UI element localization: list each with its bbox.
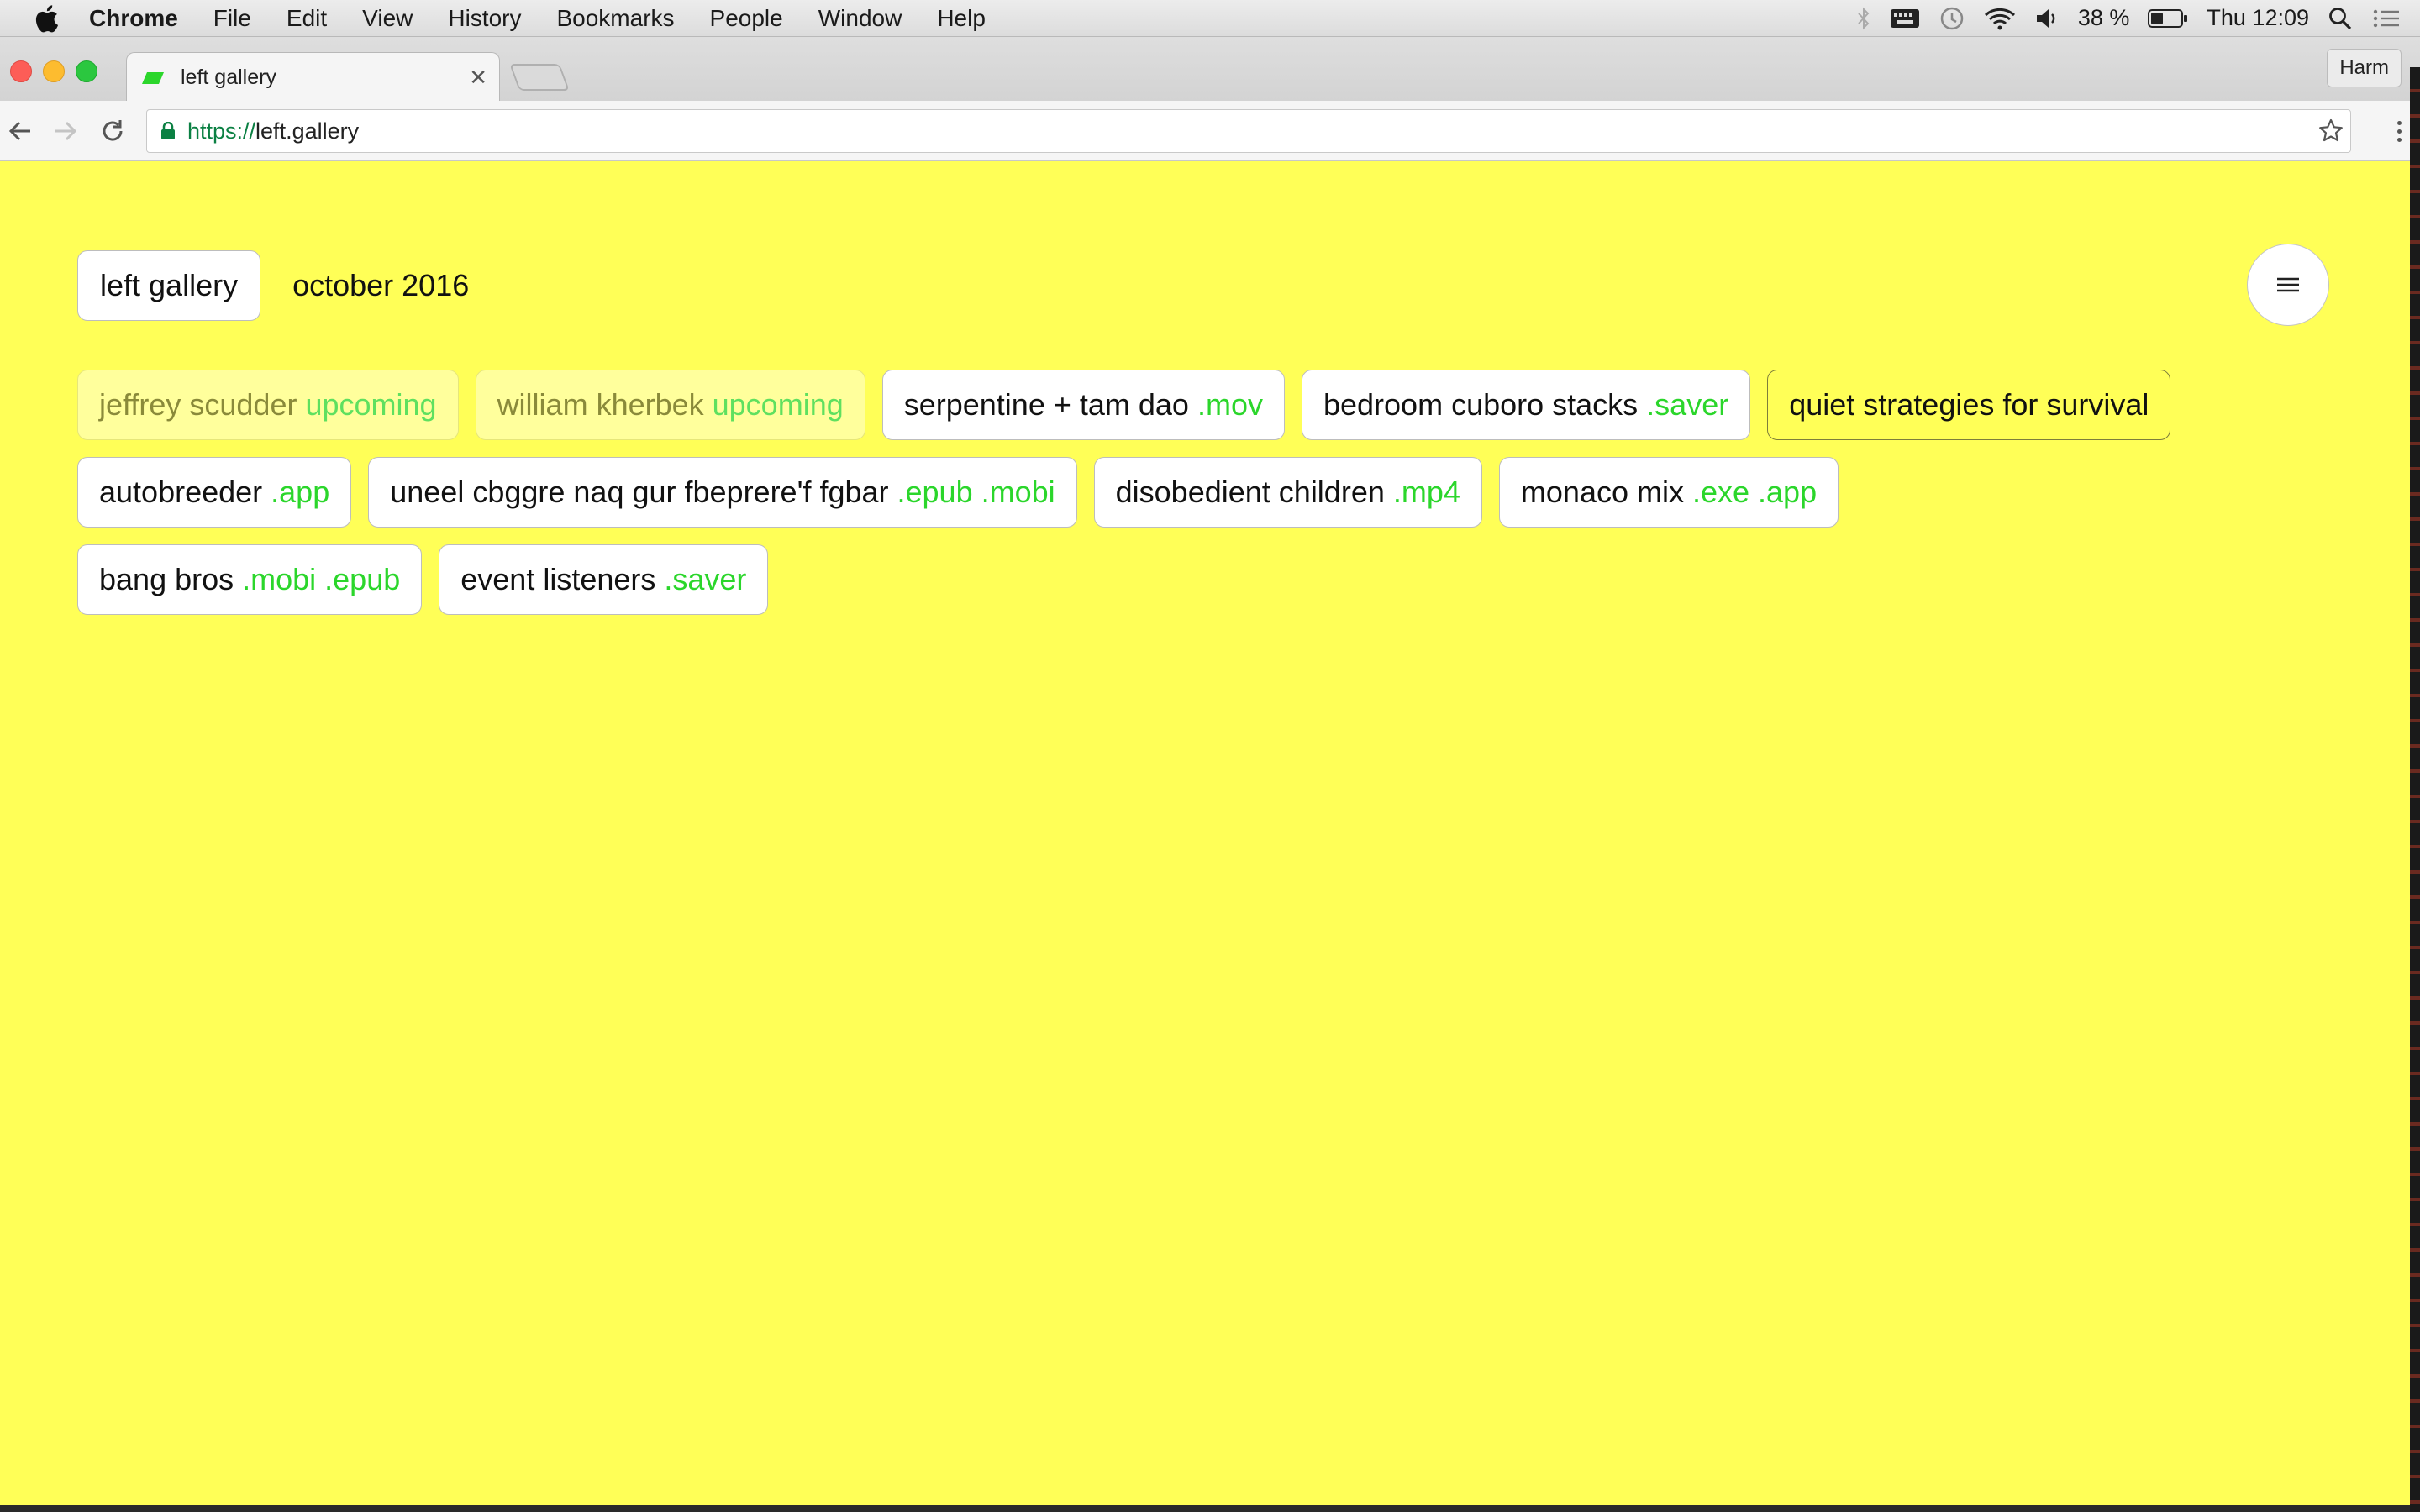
artwork-quiet-strategies-for-survival[interactable]: quiet strategies for survival: [1767, 370, 2171, 440]
artwork-row: bang bros .mobi .epub event listeners .s…: [77, 544, 2346, 615]
battery-percentage[interactable]: 38 %: [2078, 5, 2130, 31]
clock[interactable]: Thu 12:09: [2207, 5, 2309, 31]
menu-view[interactable]: View: [362, 5, 413, 32]
artwork-bang-bros[interactable]: bang bros .mobi .epub: [77, 544, 423, 615]
artwork-status: upcoming: [712, 387, 844, 422]
current-month-label: october 2016: [292, 268, 470, 302]
reload-icon[interactable]: [97, 116, 128, 146]
artwork-formats: .mov: [1197, 387, 1263, 422]
artwork-title: autobreeder: [99, 475, 263, 509]
bluetooth-icon[interactable]: [1856, 7, 1871, 30]
bookmark-star-icon[interactable]: [2318, 118, 2344, 144]
window-edge: [2410, 67, 2420, 1512]
artwork-uneel-cbggre[interactable]: uneel cbggre naq gur fbeprere'f fgbar .e…: [368, 457, 1077, 528]
artwork-title: monaco mix: [1520, 475, 1684, 509]
menu-edit[interactable]: Edit: [287, 5, 327, 32]
artwork-formats: .saver: [664, 562, 747, 596]
menu-app-chrome[interactable]: Chrome: [89, 5, 178, 32]
artwork-title: jeffrey scudder: [99, 387, 297, 422]
hamburger-icon: [2277, 277, 2299, 292]
artwork-disobedient-children[interactable]: disobedient children .mp4: [1093, 457, 1482, 528]
volume-icon[interactable]: [2034, 7, 2060, 30]
artwork-formats: .epub .mobi: [897, 475, 1055, 509]
hamburger-menu-button[interactable]: [2247, 244, 2329, 326]
artwork-monaco-mix[interactable]: monaco mix .exe .app: [1498, 457, 1839, 528]
menubar: Chrome File Edit View History Bookmarks …: [0, 0, 2420, 37]
artwork-title: william kherbek: [497, 387, 704, 422]
window-close-button[interactable]: [10, 60, 32, 82]
url-scheme: https://: [187, 118, 256, 144]
artwork-william-kherbek[interactable]: william kherbek upcoming: [475, 370, 865, 440]
left-gallery-favicon-icon: [142, 71, 164, 84]
site-home-button[interactable]: left gallery: [77, 250, 261, 321]
artwork-list: jeffrey scudder upcoming william kherbek…: [77, 370, 2346, 632]
artwork-status: upcoming: [305, 387, 437, 422]
artwork-title: event listeners: [460, 562, 656, 596]
menu-bookmarks[interactable]: Bookmarks: [556, 5, 674, 32]
time-machine-icon[interactable]: [1939, 5, 1965, 32]
notification-center-icon[interactable]: [2371, 7, 2402, 30]
artwork-formats: .mobi .epub: [242, 562, 401, 596]
artwork-title: disobedient children: [1115, 475, 1385, 509]
profile-button[interactable]: Harm: [2327, 49, 2402, 87]
url-host: left.gallery: [255, 118, 360, 144]
artwork-autobreeder[interactable]: autobreeder .app: [77, 457, 352, 528]
artwork-title: uneel cbggre naq gur fbeprere'f fgbar: [390, 475, 889, 509]
window-minimize-button[interactable]: [43, 60, 65, 82]
browser-toolbar: https:// left.gallery: [0, 101, 2420, 161]
artwork-formats: .saver: [1646, 387, 1729, 422]
artwork-bedroom-cuboro-stacks[interactable]: bedroom cuboro stacks .saver: [1301, 370, 1751, 440]
tab-close-icon[interactable]: ✕: [469, 65, 487, 91]
artwork-serpentine-tam-dao[interactable]: serpentine + tam dao .mov: [881, 370, 1285, 440]
keyboard-icon[interactable]: [1890, 8, 1920, 29]
artwork-title: bedroom cuboro stacks: [1323, 387, 1639, 422]
new-tab-button[interactable]: [509, 64, 570, 91]
page-viewport: left gallery october 2016 jeffrey scudde…: [0, 161, 2410, 1505]
menu-help[interactable]: Help: [937, 5, 986, 32]
apple-icon[interactable]: [32, 4, 60, 33]
artwork-row: jeffrey scudder upcoming william kherbek…: [77, 370, 2346, 440]
menu-people[interactable]: People: [710, 5, 783, 32]
menu-file[interactable]: File: [213, 5, 251, 32]
spotlight-search-icon[interactable]: [2328, 6, 2353, 31]
address-bar[interactable]: https:// left.gallery: [146, 109, 2351, 153]
tab-title: left gallery: [181, 66, 276, 89]
artwork-event-listeners[interactable]: event listeners .saver: [439, 544, 769, 615]
artwork-formats: .app: [271, 475, 330, 509]
menu-history[interactable]: History: [448, 5, 521, 32]
artwork-row: autobreeder .app uneel cbggre naq gur fb…: [77, 457, 2346, 528]
battery-icon[interactable]: [2148, 8, 2188, 29]
artwork-formats: .mp4: [1392, 475, 1460, 509]
status-tray: 38 % Thu 12:09: [1856, 0, 2420, 37]
artwork-title: quiet strategies for survival: [1789, 387, 2149, 422]
window-zoom-button[interactable]: [76, 60, 97, 82]
wifi-icon[interactable]: [1984, 7, 2016, 30]
tab-left-gallery[interactable]: left gallery ✕: [126, 52, 500, 102]
tab-strip: left gallery ✕ Harm: [0, 37, 2420, 102]
artwork-jeffrey-scudder[interactable]: jeffrey scudder upcoming: [77, 370, 459, 440]
menu-window[interactable]: Window: [818, 5, 902, 32]
chrome-menu-icon[interactable]: [2388, 116, 2410, 146]
artwork-title: bang bros: [99, 562, 234, 596]
artwork-formats: .exe .app: [1691, 475, 1818, 509]
page-header: left gallery october 2016: [77, 250, 469, 321]
forward-arrow-icon[interactable]: [50, 116, 81, 146]
artwork-title: serpentine + tam dao: [903, 387, 1189, 422]
lock-icon[interactable]: [160, 122, 176, 140]
back-arrow-icon[interactable]: [5, 116, 35, 146]
